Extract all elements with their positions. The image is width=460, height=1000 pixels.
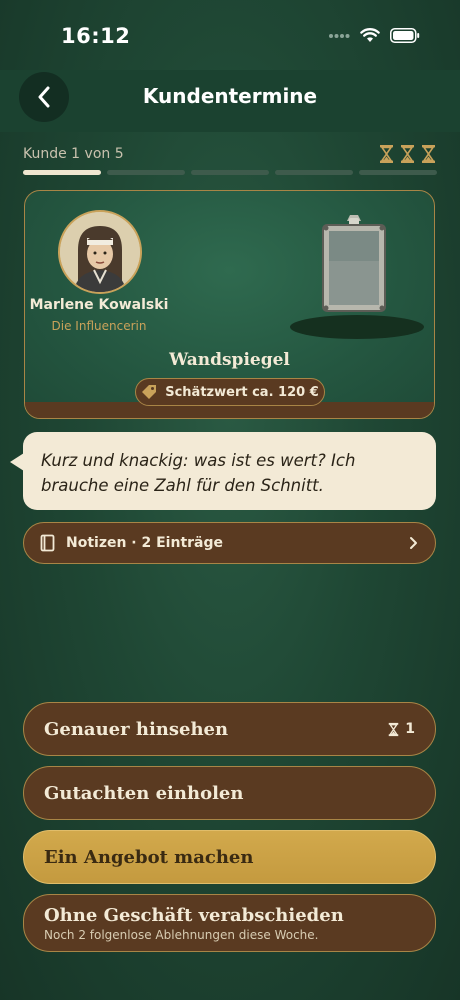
estimate-label: Schätzwert ca. 120 € xyxy=(165,384,319,400)
wall-mirror-icon xyxy=(322,215,386,312)
progress-label: Kunde 1 von 5 xyxy=(23,146,124,162)
time-budget xyxy=(379,144,436,164)
nav-header: Kundentermine xyxy=(0,70,460,132)
customer-role: Die Influencerin xyxy=(51,319,147,333)
appraisal-label: Gutachten einholen xyxy=(44,782,244,804)
progress-segment xyxy=(191,170,269,175)
hourglass-icon xyxy=(380,145,393,163)
progress-segments xyxy=(23,170,437,175)
decline-label: Ohne Geschäft verabschieden xyxy=(44,904,344,926)
price-tag-icon xyxy=(142,385,157,399)
estimate-badge: Schätzwert ca. 120 € xyxy=(135,378,325,406)
battery-icon xyxy=(390,28,420,43)
chevron-right-icon xyxy=(410,537,417,549)
cellular-signal-icon xyxy=(329,33,350,38)
decline-button[interactable]: Ohne Geschäft verabschieden Noch 2 folge… xyxy=(23,894,436,952)
page-title: Kundentermine xyxy=(142,84,318,108)
customer-name: Marlene Kowalski xyxy=(29,297,169,313)
item-shadow xyxy=(290,315,424,339)
status-icons xyxy=(328,28,420,43)
progress-segment xyxy=(275,170,353,175)
speech-text: Kurz und knackig: was ist es wert? Ich b… xyxy=(41,451,356,495)
notes-label: Notizen · 2 Einträge xyxy=(66,535,224,551)
customer-card: Marlene Kowalski Die Influencerin Wandsp… xyxy=(24,190,435,419)
make-offer-label: Ein Angebot machen xyxy=(44,846,254,868)
hourglass-icon xyxy=(422,145,435,163)
appraisal-button[interactable]: Gutachten einholen xyxy=(23,766,436,820)
wifi-icon xyxy=(360,28,380,42)
action-cost: 1 xyxy=(388,721,415,737)
status-bar: 16:12 xyxy=(0,0,460,72)
progress-segment xyxy=(359,170,437,175)
notes-button[interactable]: Notizen · 2 Einträge xyxy=(23,522,436,564)
customer-portrait-icon xyxy=(60,212,140,292)
customer-avatar xyxy=(58,210,142,294)
hourglass-icon xyxy=(388,722,399,736)
make-offer-button[interactable]: Ein Angebot machen xyxy=(23,830,436,884)
action-cost-value: 1 xyxy=(405,721,415,737)
progress-segment xyxy=(107,170,185,175)
customer-speech-bubble: Kurz und knackig: was ist es wert? Ich b… xyxy=(23,432,436,510)
item-name: Wandspiegel xyxy=(169,350,290,370)
book-icon xyxy=(40,534,55,552)
customer-progress: Kunde 1 von 5 xyxy=(0,132,460,182)
look-closer-button[interactable]: Genauer hinsehen 1 xyxy=(23,702,436,756)
look-closer-label: Genauer hinsehen xyxy=(44,718,229,740)
status-time: 16:12 xyxy=(61,24,131,48)
speech-tail xyxy=(10,453,24,471)
hourglass-icon xyxy=(401,145,414,163)
decline-sublabel: Noch 2 folgenlose Ablehnungen diese Woch… xyxy=(44,927,319,942)
progress-segment xyxy=(23,170,101,175)
